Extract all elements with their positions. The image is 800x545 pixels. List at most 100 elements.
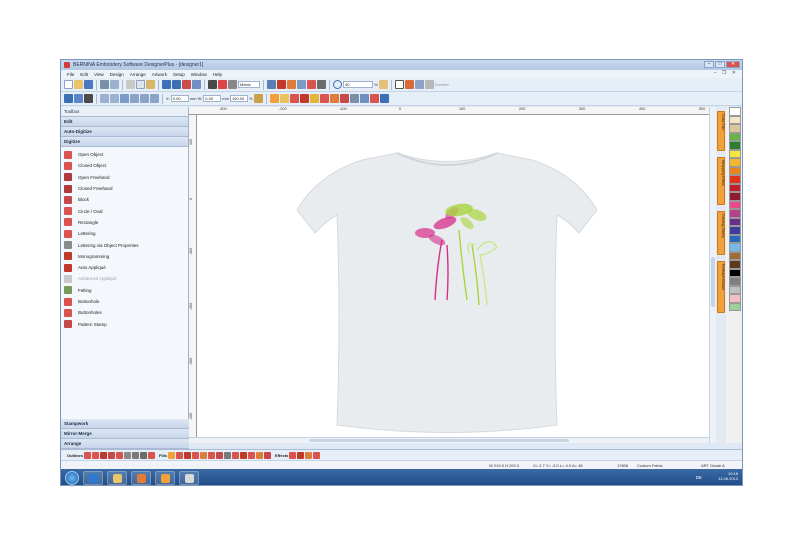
stampwork-panel-header[interactable]: Stampwork [61,419,189,429]
taskbar-media[interactable] [131,471,151,485]
reshape-icon[interactable] [84,94,93,103]
redo-icon[interactable] [172,80,181,89]
measure-icon[interactable] [208,80,217,89]
digitize-tool-item[interactable]: Circle / Oval [64,205,185,216]
fill-satin-icon[interactable] [176,451,184,459]
color-swatch[interactable] [729,141,741,150]
color-swatch[interactable] [729,285,741,294]
menu-setup[interactable]: Setup [173,72,185,77]
stitch-effect-icon-3[interactable] [289,94,299,103]
paint-icon[interactable] [404,80,414,89]
color-swatch[interactable] [729,277,741,286]
cut-icon[interactable] [126,80,135,89]
tab-carving-stamp[interactable]: Carving Stamp [717,211,725,255]
close-button[interactable]: ✕ [726,61,740,68]
convert-label[interactable]: Convert [435,82,449,87]
save-icon[interactable] [84,80,93,89]
select-icon[interactable] [64,94,73,103]
horizontal-scrollbar[interactable] [189,437,709,443]
stitch-effect-icon-10[interactable] [359,94,369,103]
image-icon[interactable] [414,80,424,89]
outline-triple-icon[interactable] [92,451,100,459]
stitch-effect-icon-9[interactable] [349,94,359,103]
color-swatch[interactable] [729,166,741,175]
digitize-tool-item[interactable]: Lettering via Object Properties [64,239,185,250]
tools-icon[interactable] [228,80,237,89]
stitch-effect-icon-12[interactable] [379,94,389,103]
color-swatch[interactable] [729,183,741,192]
stitch-effect-icon-6[interactable] [319,94,329,103]
menu-window[interactable]: Window [191,72,207,77]
digitize-tool-item[interactable]: Rectangle [64,217,185,228]
fill-cross-icon[interactable] [224,451,232,459]
pan-icon[interactable] [378,80,388,89]
effect-1-icon[interactable] [289,451,297,459]
taskbar-explorer[interactable] [107,471,127,485]
stitch-effect-icon-5[interactable] [309,94,319,103]
lock-icon[interactable] [120,94,129,103]
stitch-effect-icon-1[interactable] [269,94,279,103]
color-swatch[interactable] [729,260,741,269]
start-button[interactable] [65,471,79,485]
digitize-tool-item[interactable]: Lettering [64,228,185,239]
digitize-tool-item[interactable]: Advanced Appliqué [64,273,185,284]
color-swatch[interactable] [729,124,741,133]
arc-icon[interactable] [150,94,159,103]
taskbar-ie[interactable] [83,471,103,485]
print-icon[interactable] [100,80,109,89]
menu-file[interactable]: File [67,72,74,77]
auto-digitize-panel-header[interactable]: Auto-Digitize [61,127,188,137]
show-hoop-icon[interactable] [297,80,306,89]
digitize-tool-item[interactable]: Pattern Stamp [64,318,185,329]
proportional-scale-icon[interactable] [253,94,263,103]
fill-trapunto-icon[interactable] [256,451,264,459]
color-swatch[interactable] [729,294,741,303]
stitch-effect-icon-4[interactable] [299,94,309,103]
color-swatch[interactable] [729,158,741,167]
fill-tatami-icon[interactable] [168,451,176,459]
color-swatch[interactable] [729,234,741,243]
polygon-select-icon[interactable] [74,94,83,103]
rotate-icon[interactable] [130,94,139,103]
menu-edit[interactable]: Edit [80,72,88,77]
copy-icon[interactable] [136,80,145,89]
arrange-panel-header[interactable]: Arrange [61,439,189,449]
color-wheel-icon[interactable] [218,80,227,89]
open-icon[interactable] [74,80,83,89]
taskbar-app-1[interactable] [155,471,175,485]
menu-design[interactable]: Design [110,72,124,77]
zoom-field[interactable]: 40 [343,81,373,88]
maximize-button[interactable]: □ [715,61,725,68]
x-field[interactable]: 0.00 [170,95,189,102]
digitize-tool-item[interactable]: Open Freehand [64,172,185,183]
stitch-effect-icon-11[interactable] [369,94,379,103]
outline-motif-icon[interactable] [132,451,140,459]
effect-3-icon[interactable] [305,451,313,459]
color-swatch[interactable] [729,149,741,158]
color-swatch[interactable] [729,243,741,252]
grid-icon[interactable] [192,80,201,89]
fill-sculpture-icon[interactable] [248,451,256,459]
document-window-controls[interactable]: – ❐ ✕ [714,70,738,76]
stitch-effect-icon-8[interactable] [339,94,349,103]
menu-help[interactable]: Help [213,72,222,77]
stitch-effect-icon-2[interactable] [279,94,289,103]
status-fabric[interactable]: Custom Fabric [637,463,663,468]
digitize-tool-item[interactable]: Closed Freehand [64,183,185,194]
new-icon[interactable] [64,80,73,89]
digitize-panel-header[interactable]: Digitize [61,137,188,147]
undo-icon[interactable] [162,80,171,89]
design-canvas[interactable] [197,115,709,437]
artistic-view-icon[interactable] [287,80,296,89]
outline-candlewick-icon[interactable] [140,451,148,459]
scale-w-field[interactable]: 100.00 [229,95,248,102]
stitch-player-icon[interactable] [277,80,286,89]
taskbar-bernina[interactable] [179,471,199,485]
color-swatch[interactable] [729,132,741,141]
digitize-tool-item[interactable]: Block [64,194,185,205]
print-preview-icon[interactable] [110,80,119,89]
zoom-icon[interactable] [333,80,342,89]
slow-redraw-icon[interactable] [267,80,276,89]
fill-wave-icon[interactable] [192,451,200,459]
color-swatch[interactable] [729,192,741,201]
